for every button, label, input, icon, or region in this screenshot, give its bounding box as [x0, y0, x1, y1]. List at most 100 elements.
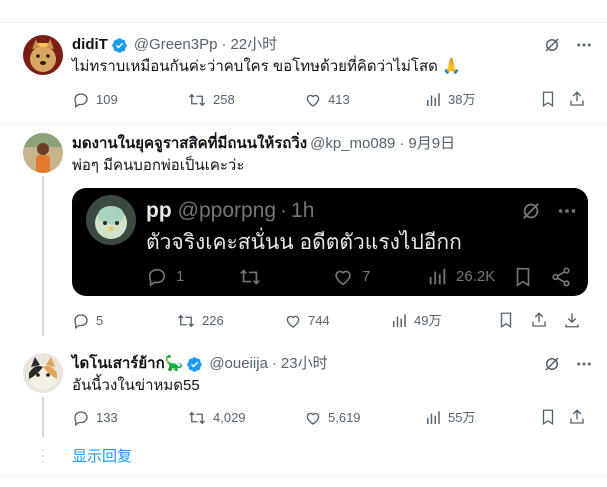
timestamp[interactable]: 9月9日 [408, 134, 455, 154]
retweet-count: 258 [213, 92, 235, 107]
quoted-header: pp @pporpng · 1h [146, 198, 314, 224]
avatar[interactable] [23, 35, 63, 75]
retweet-icon [240, 269, 260, 285]
grok-icon[interactable] [543, 36, 561, 59]
views-count: 49万 [414, 313, 442, 328]
tweet-text: พ่อๆ มีคนบอกพ่อเป็นเคะว่ะ [72, 157, 245, 174]
more-options-icon [556, 200, 578, 227]
separator-dot: · [271, 355, 277, 372]
quoted-timestamp: 1h [291, 199, 315, 222]
reply-icon [74, 314, 88, 330]
retweet-count: 4,029 [213, 410, 246, 425]
tweet-actions: 133 4,029 5,619 55万 [72, 408, 588, 428]
like-button[interactable]: 413 [304, 90, 350, 110]
bottom-divider [0, 476, 607, 477]
verified-badge-icon [111, 37, 128, 54]
reply-button[interactable]: 109 [72, 90, 118, 110]
thread-dot [42, 455, 44, 457]
tweet-text: ไม่ทราบเหมือนกันค่ะว่าคบใคร ขอโทษด้วยที่… [72, 58, 461, 75]
quoted-reply-count: 1 [176, 268, 185, 285]
retweet-button[interactable]: 226 [176, 311, 224, 331]
tweet-header: ไดโนเสาร์ย้าก🦕 @oueiija · 23小时 [72, 354, 328, 374]
grok-icon [520, 200, 542, 227]
bookmark-icon[interactable] [497, 311, 515, 334]
quoted-views: 26.2K [426, 266, 495, 288]
views-icon [427, 93, 440, 106]
bookmark-icon[interactable] [539, 408, 557, 431]
thread-dot [42, 461, 44, 463]
quoted-like-count: 7 [362, 268, 371, 285]
reply-button[interactable]: 133 [72, 408, 118, 428]
avatar[interactable] [23, 133, 63, 173]
tweet-top-actions [543, 355, 593, 378]
reply-count: 133 [96, 410, 118, 425]
tweet-divider [0, 123, 607, 124]
timestamp[interactable]: 23小时 [281, 354, 328, 374]
retweet-button[interactable]: 4,029 [187, 408, 246, 428]
quoted-handle: @pporpng [177, 199, 277, 222]
reply-icon [148, 268, 166, 287]
like-button[interactable]: 5,619 [304, 408, 361, 428]
top-divider [0, 22, 607, 23]
like-button[interactable]: 744 [284, 311, 330, 331]
retweet-icon [189, 93, 205, 107]
show-replies-link[interactable]: 显示回复 [72, 447, 132, 467]
bookmark-icon[interactable] [539, 90, 557, 113]
share-icon [550, 266, 572, 293]
more-options-icon[interactable] [575, 355, 593, 378]
grok-icon[interactable] [543, 355, 561, 378]
views-button[interactable]: 38万 [424, 90, 475, 110]
separator-dot: · [280, 199, 288, 222]
user-handle[interactable]: @oueiija [209, 354, 268, 374]
share-icon[interactable] [568, 90, 586, 113]
timestamp[interactable]: 22小时 [230, 35, 277, 55]
views-button[interactable]: 49万 [390, 311, 441, 331]
like-count: 744 [308, 313, 330, 328]
quoted-retweet [238, 266, 270, 288]
thread-dot [42, 449, 44, 451]
share-icon[interactable] [568, 408, 586, 431]
quoted-tweet-card[interactable]: pp @pporpng · 1h ตัวจริงเคะสนั่นน อดีตตั… [72, 188, 588, 296]
views-icon [393, 314, 406, 327]
thread-line [42, 397, 44, 437]
display-name[interactable]: มดงานในยุคจูราสสิคที่มีถนนให้รถวิ่ง [72, 134, 307, 154]
user-handle[interactable]: @Green3Pp [134, 35, 218, 55]
heart-icon [306, 412, 320, 425]
avatar[interactable] [23, 353, 63, 393]
quoted-reply: 1 [146, 266, 184, 288]
tweet-actions: 109 258 413 38万 [72, 90, 588, 110]
retweet-icon [189, 411, 205, 425]
quoted-avatar [86, 195, 136, 245]
retweet-icon [178, 314, 194, 328]
bookmark-icon [512, 266, 534, 293]
views-count: 38万 [448, 92, 476, 107]
more-options-icon[interactable] [575, 36, 593, 59]
heart-icon [306, 94, 320, 107]
user-handle[interactable]: @kp_mo089 [310, 134, 395, 154]
download-icon[interactable] [563, 311, 581, 334]
views-count: 55万 [448, 410, 476, 425]
display-name[interactable]: didiT [72, 35, 108, 55]
tweet-top-actions [543, 36, 593, 59]
heart-icon [335, 270, 351, 286]
share-icon[interactable] [530, 311, 548, 334]
retweet-count: 226 [202, 313, 224, 328]
separator-dot: · [221, 36, 227, 53]
reply-button[interactable]: 5 [72, 311, 103, 331]
tweet-actions: 5 226 744 49万 [72, 311, 588, 331]
like-count: 413 [328, 92, 350, 107]
tweet-text: อันนี้วงในข่าหมด55 [72, 377, 200, 394]
tweet-header: didiT @Green3Pp · 22小时 [72, 35, 277, 55]
like-count: 5,619 [328, 410, 361, 425]
views-icon [427, 411, 440, 424]
quoted-display-name: pp [146, 199, 172, 222]
tweet-header: มดงานในยุคจูราสสิคที่มีถนนให้รถวิ่ง @kp_… [72, 134, 455, 154]
reply-count: 109 [96, 92, 118, 107]
verified-badge-icon [186, 356, 203, 373]
views-icon [429, 268, 446, 285]
thread-line [42, 176, 44, 336]
quoted-text: ตัวจริงเคะสนั่นน อดีตตัวแรงไปอีกก [146, 231, 462, 254]
views-button[interactable]: 55万 [424, 408, 475, 428]
display-name[interactable]: ไดโนเสาร์ย้าก🦕 [72, 354, 183, 374]
retweet-button[interactable]: 258 [187, 90, 235, 110]
